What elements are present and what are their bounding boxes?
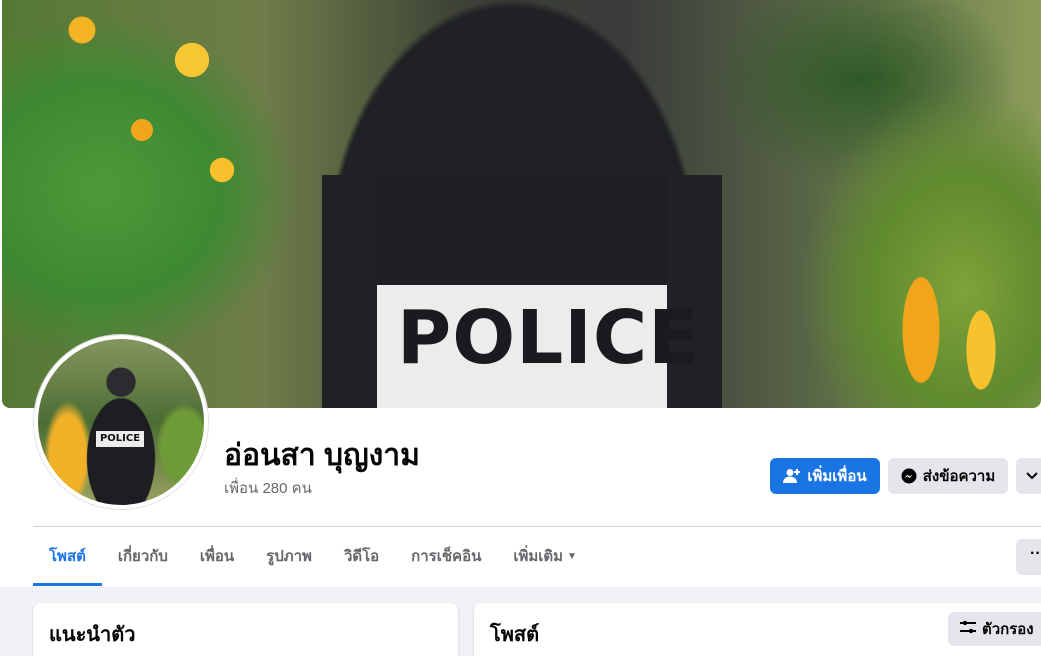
posts-title: โพสต์ [490,624,540,646]
more-options-button[interactable] [1016,458,1041,494]
tab-label: เพื่อน [199,548,235,565]
add-friend-button[interactable]: เพิ่มเพื่อน [770,458,880,494]
tab-photos[interactable]: รูปภาพ [250,528,328,586]
tab-more[interactable]: เพิ่มเติม ▼ [497,528,593,586]
message-label: ส่งข้อความ [922,468,996,485]
cover-flowers-right [881,180,1021,408]
profile-tabs: โพสต์ เกี่ยวกับ เพื่อน รูปภาพ วิดีโอ การ… [33,528,593,586]
friends-count[interactable]: เพื่อน 280 คน [224,476,312,500]
tab-label: วิดีโอ [343,548,380,565]
cover-police-text: POLICE [397,295,700,381]
tab-checkins[interactable]: การเช็คอิน [395,528,497,586]
tab-label: เกี่ยวกับ [117,548,168,565]
avatar-police-badge: POLICE [96,431,144,447]
add-friend-icon [783,468,801,484]
add-friend-label: เพิ่มเพื่อน [807,468,867,485]
chevron-down-icon [1026,472,1038,480]
intro-card: แนะนำตัว [33,603,458,656]
ellipsis-icon[interactable]: ··· [1016,539,1041,575]
filter-icon [960,620,976,638]
tab-videos[interactable]: วิดีโอ [328,528,395,586]
tab-posts[interactable]: โพสต์ [33,528,102,586]
message-button[interactable]: ส่งข้อความ [888,458,1008,494]
tab-label: โพสต์ [49,548,86,565]
tab-label: การเช็คอิน [411,548,482,565]
filter-button[interactable]: ตัวกรอง [948,612,1041,646]
tab-about[interactable]: เกี่ยวกับ [102,528,184,586]
tab-label: รูปภาพ [266,548,312,565]
cover-flowers-left [22,0,242,260]
messenger-icon [901,468,917,484]
profile-name: อ่อนสา บุญงาม [224,439,420,472]
profile-avatar[interactable]: POLICE [34,335,208,509]
caret-down-icon: ▼ [567,551,577,563]
cover-vest-top [377,175,667,285]
tab-label: เพิ่มเติม [513,548,564,565]
filter-label: ตัวกรอง [982,621,1034,638]
intro-title: แนะนำตัว [49,624,136,646]
header-divider [33,526,1041,527]
tab-friends[interactable]: เพื่อน [184,528,250,586]
